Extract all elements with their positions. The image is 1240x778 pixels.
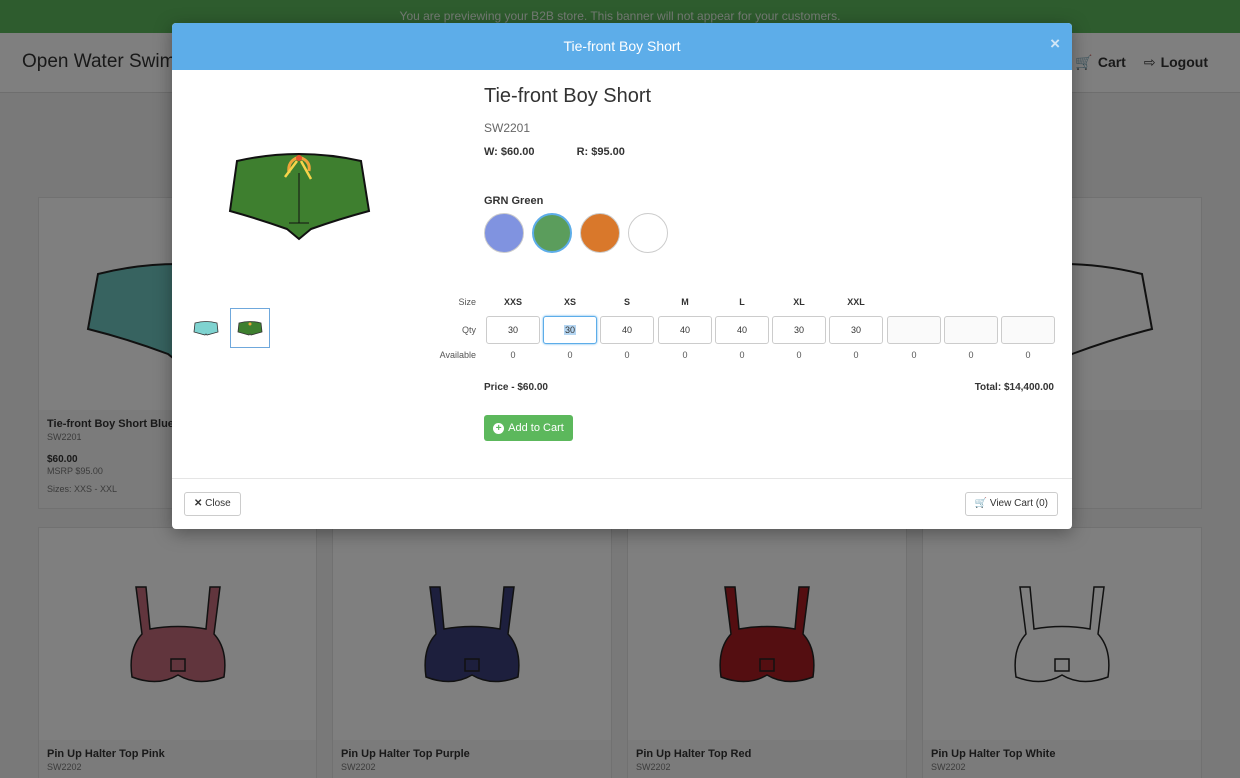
qty-value: 30 [563,325,576,335]
size-header: M [681,297,689,307]
product-sku: SW2201 [484,121,531,135]
available-value: 0 [739,350,745,360]
size-header: XXL [847,297,865,307]
cart-icon: 🛒 [974,498,988,509]
add-to-cart-label: Add to Cart [508,422,564,434]
swatch-green[interactable] [532,213,572,253]
available-value: 0 [510,350,516,360]
size-header: L [739,297,745,307]
swatch-white[interactable] [628,213,668,253]
qty-value: 30 [507,325,518,335]
available-value: 0 [1025,350,1031,360]
size-row-label: Size [458,297,476,307]
modal-title: Tie-front Boy Short [563,38,681,54]
qty-input[interactable] [887,316,941,344]
modal-header: Tie-front Boy Short [172,23,1072,70]
qty-value: 40 [736,325,747,335]
selected-color-label: GRN Green [484,195,544,207]
plus-circle-icon: + [493,422,505,434]
qty-input[interactable]: 30 [829,316,883,344]
available-value: 0 [682,350,688,360]
available-value: 0 [911,350,917,360]
qty-value: 40 [621,325,632,335]
size-header: XXS [503,297,522,307]
add-to-cart-button[interactable]: + Add to Cart [484,415,573,441]
qty-input[interactable]: 30 [543,316,597,344]
swatch-orange[interactable] [580,213,620,253]
view-cart-button[interactable]: 🛒 View Cart (0) [964,492,1058,516]
close-button-label: Close [205,498,231,509]
close-icon[interactable]: × [1050,23,1060,65]
thumbnail-green[interactable] [230,308,270,348]
color-swatches [484,213,668,253]
qty-input[interactable]: 40 [715,316,769,344]
modal-footer: ✕ Close 🛒 View Cart (0) [172,478,1072,529]
qty-input[interactable]: 30 [486,316,540,344]
qty-input[interactable]: 40 [600,316,654,344]
qty-input[interactable]: 40 [658,316,712,344]
size-header: S [623,297,630,307]
size-header: XL [793,297,805,307]
close-x-icon: ✕ [194,498,203,509]
product-main-image [227,143,372,243]
product-title: Tie-front Boy Short [484,85,652,107]
qty-value: 30 [850,325,861,335]
order-total: Total: $14,400.00 [974,382,1054,393]
wholesale-price: W: $60.00 [484,146,535,158]
qty-value: 30 [793,325,804,335]
qty-input[interactable] [944,316,998,344]
unit-price: Price - $60.00 [484,382,548,393]
available-value: 0 [853,350,859,360]
available-row-label: Available [439,350,476,360]
qty-value: 40 [679,325,690,335]
available-value: 0 [567,350,573,360]
product-modal: Tie-front Boy Short × Tie-front Boy Shor… [172,23,1072,529]
available-value: 0 [968,350,974,360]
qty-row-label: Qty [461,325,476,335]
close-button[interactable]: ✕ Close [184,492,241,516]
price-row: W: $60.00 R: $95.00 [484,146,625,158]
thumbnail-blue[interactable] [186,308,226,348]
available-value: 0 [624,350,630,360]
view-cart-label: View Cart (0) [989,498,1048,509]
qty-input[interactable]: 30 [772,316,826,344]
swatch-blue[interactable] [484,213,524,253]
retail-price: R: $95.00 [576,146,625,158]
available-value: 0 [796,350,802,360]
size-header: XS [563,297,576,307]
qty-input[interactable] [1001,316,1055,344]
